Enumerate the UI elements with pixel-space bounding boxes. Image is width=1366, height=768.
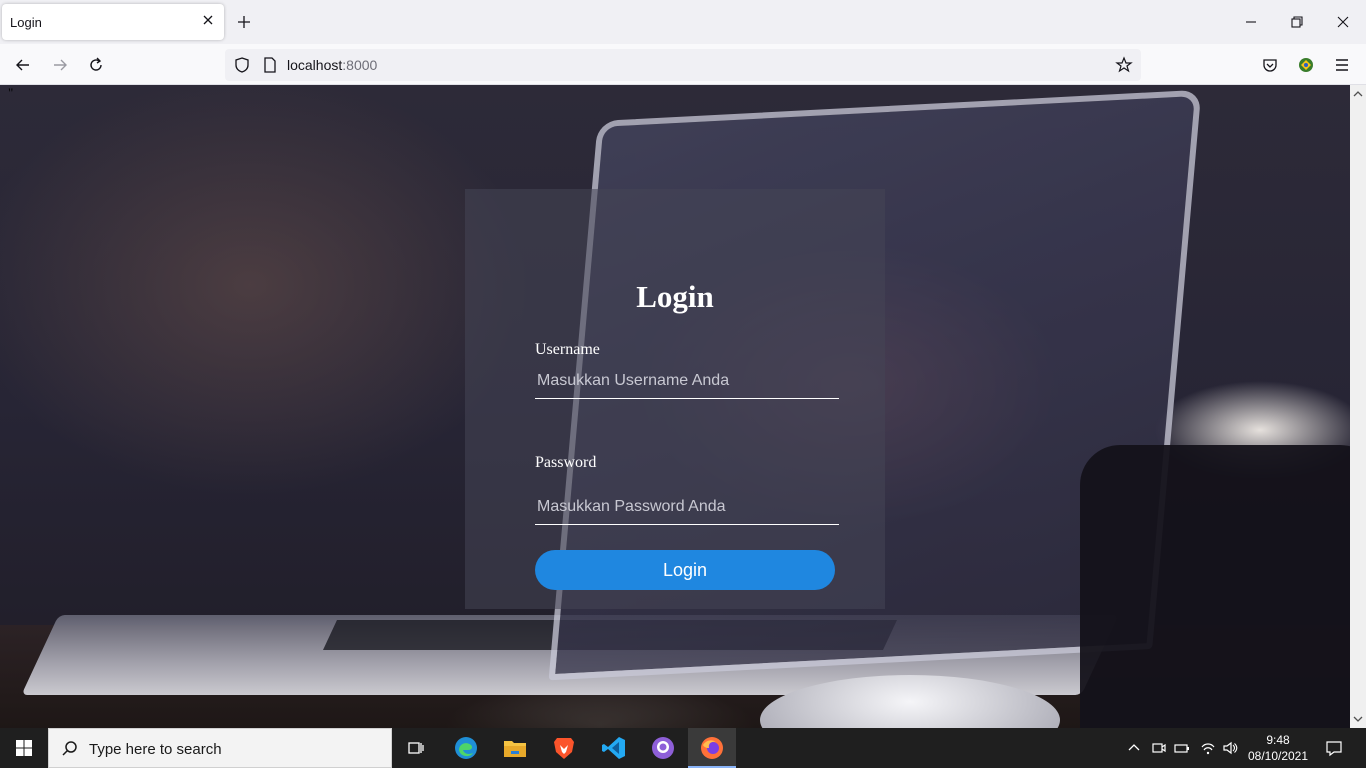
search-placeholder: Type here to search [89, 741, 222, 758]
task-view-icon [408, 742, 424, 754]
password-input[interactable] [535, 489, 839, 525]
url-bar[interactable]: localhost:8000 [225, 49, 1141, 81]
username-label: Username [535, 341, 600, 358]
volume-icon[interactable] [1222, 740, 1238, 756]
edge-icon [455, 737, 477, 759]
windows-logo-icon [16, 740, 32, 756]
notification-icon[interactable] [1325, 739, 1343, 757]
start-button[interactable] [0, 728, 48, 768]
firefox-button[interactable] [688, 728, 736, 768]
folder-icon [504, 741, 526, 757]
reload-icon[interactable] [87, 56, 105, 74]
page-icon [264, 57, 276, 73]
minimize-icon[interactable] [1243, 14, 1259, 30]
search-icon [62, 741, 77, 756]
stray-text: " [8, 85, 14, 100]
show-hidden-icons-icon[interactable] [1126, 740, 1142, 756]
tracking-shield-icon[interactable] [233, 56, 251, 74]
clock-time: 9:48 [1266, 733, 1290, 747]
taskbar-clock[interactable]: 9:48 08/10/2021 [1240, 732, 1316, 764]
password-label: Password [535, 454, 597, 471]
battery-icon[interactable] [1174, 740, 1190, 756]
file-explorer-button[interactable] [491, 728, 539, 768]
bookmark-star-icon[interactable] [1115, 56, 1133, 74]
vscode-icon [602, 737, 625, 759]
scroll-down-icon[interactable] [1353, 714, 1363, 724]
brave-button[interactable] [540, 728, 588, 768]
github-desktop-button[interactable] [639, 728, 687, 768]
taskbar: Type here to search 9:48 08/10/2021 [0, 728, 1366, 768]
tab-bar: Login [0, 0, 1366, 44]
meet-now-icon[interactable] [1151, 740, 1167, 756]
username-input[interactable] [535, 363, 839, 399]
taskbar-search[interactable]: Type here to search [48, 728, 392, 768]
close-tab-icon[interactable] [200, 12, 216, 28]
clock-date: 08/10/2021 [1247, 749, 1309, 763]
scroll-up-icon[interactable] [1353, 89, 1363, 99]
login-form: Login Username Password Login [465, 189, 885, 609]
task-view-button[interactable] [392, 728, 440, 768]
page-viewport: " Login Username Password Login [0, 85, 1350, 728]
wifi-icon[interactable] [1200, 740, 1216, 756]
background-mug [1080, 445, 1350, 728]
firefox-icon [701, 737, 723, 759]
url-text: localhost:8000 [287, 57, 377, 73]
github-icon [652, 737, 674, 759]
tab-login[interactable]: Login [2, 4, 224, 40]
login-title: Login [636, 279, 714, 314]
new-tab-icon[interactable] [236, 14, 252, 30]
forward-arrow-icon[interactable] [51, 56, 69, 74]
navigation-bar: localhost:8000 [0, 44, 1366, 85]
pocket-icon[interactable] [1261, 56, 1279, 74]
tab-title: Login [10, 15, 42, 30]
vscode-button[interactable] [590, 728, 638, 768]
login-button[interactable]: Login [535, 550, 835, 590]
url-port: :8000 [342, 57, 378, 73]
url-host: localhost [287, 57, 343, 73]
close-window-icon[interactable] [1335, 14, 1351, 30]
menu-icon[interactable] [1333, 56, 1351, 74]
edge-button[interactable] [442, 728, 490, 768]
page-scrollbar[interactable] [1350, 85, 1366, 728]
restore-icon[interactable] [1289, 14, 1305, 30]
back-arrow-icon[interactable] [14, 56, 32, 74]
extension-icon[interactable] [1297, 56, 1315, 74]
brave-lion-icon [554, 738, 574, 759]
